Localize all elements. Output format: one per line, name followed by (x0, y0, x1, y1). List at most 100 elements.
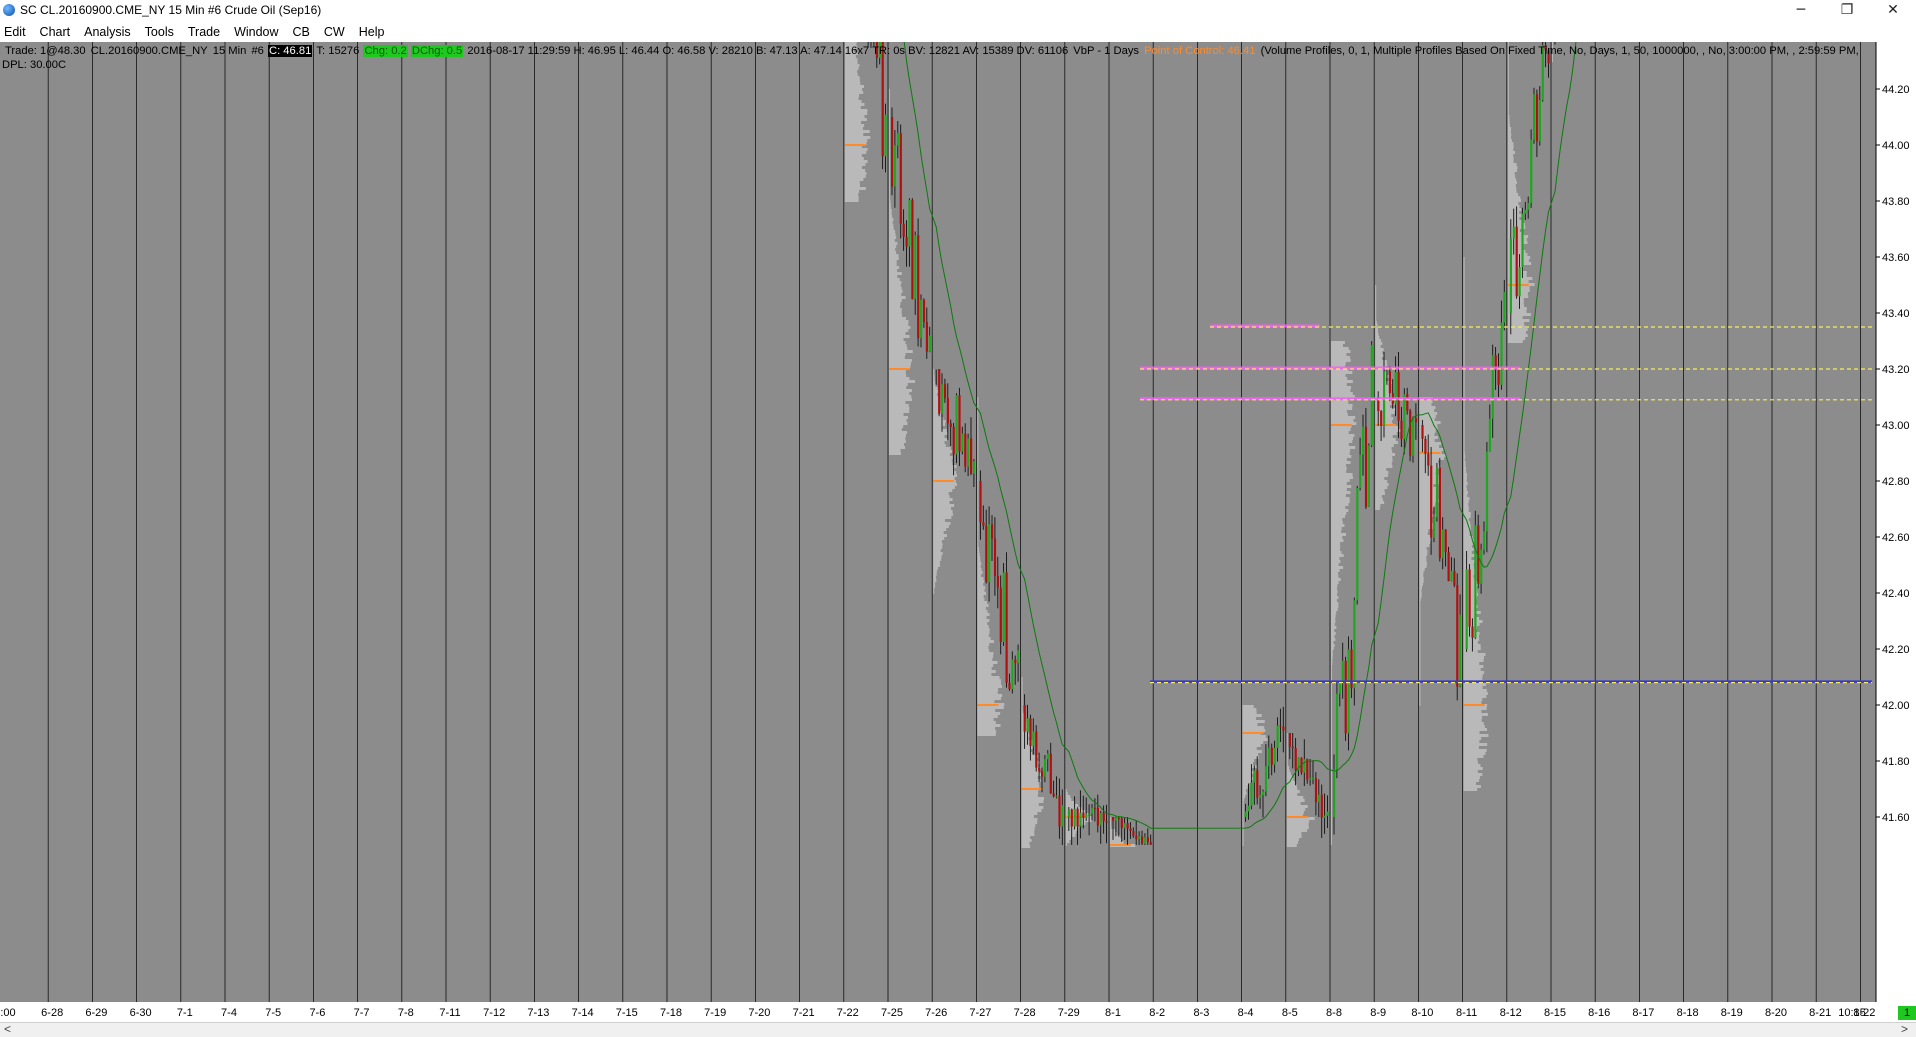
volume-profile-bar (1463, 386, 1465, 389)
volume-profile-bar (1331, 482, 1347, 485)
candle-body (1370, 344, 1373, 446)
menu-analysis[interactable]: Analysis (77, 21, 138, 40)
volume-profile-bar (1463, 410, 1465, 413)
volume-profile-bar (1242, 756, 1259, 759)
volume-profile-bar (844, 79, 860, 82)
volume-profile-bar (1021, 809, 1042, 812)
volume-profile-bar (1021, 779, 1041, 782)
menu-edit[interactable]: Edit (0, 21, 33, 40)
candle-body (1409, 410, 1412, 456)
volume-profile-bar (1242, 708, 1257, 711)
price-label: 42.00 (1882, 700, 1910, 712)
volume-profile-bar (889, 311, 902, 314)
volume-profile-bar (977, 442, 979, 445)
volume-profile-bar (1463, 467, 1466, 470)
volume-profile-bar (889, 227, 894, 230)
candle-body (1500, 322, 1503, 385)
volume-profile-bar (844, 91, 864, 94)
volume-profile-bar (933, 483, 957, 486)
volume-profile-bar (1463, 668, 1481, 671)
volume-profile-bar (1021, 833, 1035, 836)
horizontal-scrollbar[interactable]: < > (0, 1022, 1916, 1037)
volume-profile-bar (1463, 524, 1471, 527)
menu-window[interactable]: Window (227, 21, 285, 40)
volume-profile-bar (1331, 449, 1351, 452)
candle-body (1320, 794, 1323, 818)
menu-help[interactable]: Help (352, 21, 392, 40)
volume-profile-bar (1463, 413, 1465, 416)
volume-profile-bar (1375, 447, 1392, 450)
volume-profile-bar (1463, 278, 1465, 281)
minimize-button[interactable]: ─ (1778, 0, 1824, 21)
scroll-left-arrow-icon[interactable]: < (4, 1022, 11, 1036)
volume-profile-bar (1463, 266, 1465, 269)
volume-profile-bar (1375, 501, 1385, 504)
menu-tools[interactable]: Tools (138, 21, 181, 40)
volume-profile-bar (889, 98, 890, 101)
price-chart[interactable]: :00 6-28 6-29 6-30 7-1 7-4 7-5 7-6 7-7 7-8 7-11 7-1… (0, 42, 1916, 1022)
volume-profile-bar (977, 481, 979, 484)
restore-button[interactable]: ❐ (1824, 0, 1870, 21)
menu-trade[interactable]: Trade (181, 21, 227, 40)
volume-profile-bar (1331, 788, 1332, 791)
candle-body (1114, 817, 1118, 821)
volume-profile-bar (1242, 840, 1244, 843)
volume-profile-bar (1331, 605, 1339, 608)
volume-profile-bar (1419, 418, 1435, 421)
volume-profile-bar (1331, 824, 1332, 827)
chart-canvas[interactable]: :00 6-28 6-29 6-30 7-1 7-4 7-5 7-6 7-7 7-8 7-11 7-1… (0, 42, 1916, 1022)
volume-profile-bar (1375, 438, 1396, 441)
volume-profile-bar (1021, 794, 1038, 797)
volume-profile-bar (933, 567, 938, 570)
volume-profile-bar (977, 535, 979, 538)
volume-profile-bar (933, 420, 946, 423)
candle-body (1441, 529, 1444, 559)
volume-profile-bar (1419, 640, 1421, 643)
volume-profile-bar (1331, 647, 1334, 650)
volume-profile-bar (1065, 834, 1076, 837)
candle-body (1073, 808, 1076, 827)
date-label: 7-26 (925, 1007, 947, 1019)
menu-chart[interactable]: Chart (33, 21, 78, 40)
volume-profile-bar (933, 381, 936, 384)
volume-profile-bar (1507, 334, 1528, 337)
volume-profile-bar (933, 444, 946, 447)
volume-profile-bar (1331, 761, 1332, 764)
menu-cw[interactable]: CW (317, 21, 352, 40)
volume-profile-bar (1419, 613, 1421, 616)
volume-profile-bar (1331, 533, 1347, 536)
volume-profile-bar (1463, 329, 1465, 332)
volume-profile-bar (1463, 350, 1465, 353)
volume-profile-bar (889, 347, 908, 350)
volume-profile-bar (933, 513, 953, 516)
volume-profile-bar (1065, 792, 1068, 795)
volume-profile-bar (844, 139, 868, 142)
volume-profile-bar (1286, 835, 1302, 838)
volume-profile-bar (933, 453, 950, 456)
volume-profile-bar (1419, 409, 1435, 412)
close-button[interactable]: ✕ (1870, 0, 1916, 21)
volume-profile-bar (889, 338, 904, 341)
volume-profile-bar (1286, 841, 1298, 844)
date-label: 7-12 (483, 1007, 505, 1019)
volume-profile-bar (1331, 677, 1332, 680)
volume-profile-bar (844, 133, 864, 136)
volume-profile-bar (1331, 488, 1347, 491)
volume-profile-bar (1419, 457, 1445, 460)
volume-profile-bar (844, 106, 861, 109)
menu-cb[interactable]: CB (286, 21, 317, 40)
date-label: 8-1 (1105, 1007, 1121, 1019)
volume-profile-bar (977, 568, 982, 571)
volume-profile-bar (889, 248, 896, 251)
date-label: 8-10 (1411, 1007, 1433, 1019)
volume-profile-bar (889, 389, 912, 392)
candle-body (1276, 725, 1279, 748)
scroll-right-arrow-icon[interactable]: > (1901, 1022, 1908, 1036)
volume-profile-bar (1463, 293, 1465, 296)
volume-profile-bar (889, 287, 902, 290)
volume-profile-bar (933, 576, 937, 579)
volume-profile-bar (977, 487, 979, 490)
volume-profile-bar (1507, 76, 1509, 79)
interval-info: 15 Min (212, 45, 247, 57)
volume-profile-bar (1286, 748, 1288, 751)
